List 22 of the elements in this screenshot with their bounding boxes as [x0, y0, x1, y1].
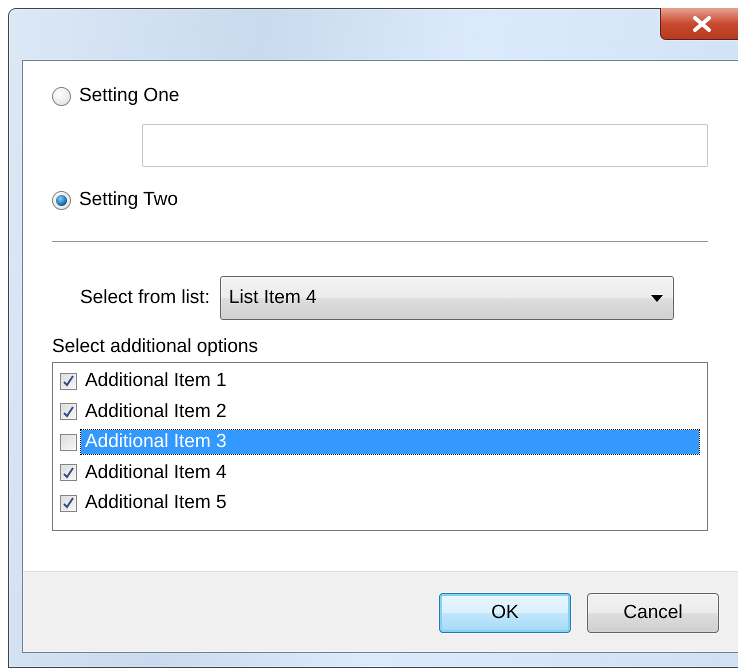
checkbox[interactable]: [60, 494, 77, 512]
checkbox[interactable]: [60, 403, 77, 420]
checkbox[interactable]: [60, 464, 77, 482]
dialog-button[interactable]: Cancel: [587, 593, 719, 633]
radio-button[interactable]: [52, 86, 71, 106]
dialog-button[interactable]: OK: [439, 593, 571, 633]
checkbox[interactable]: [60, 434, 77, 451]
radio-label: Setting Two: [79, 189, 178, 211]
close-icon: [692, 16, 712, 32]
dropdown[interactable]: List Item 4: [220, 276, 674, 320]
list-item[interactable]: Additional Item 1: [81, 369, 231, 394]
list-item[interactable]: Additional Item 4: [81, 460, 231, 485]
field-label: Select from list:: [80, 287, 210, 309]
list-item[interactable]: Additional Item 2: [81, 400, 231, 424]
text-field[interactable]: [142, 124, 708, 167]
radio-label: Setting One: [79, 85, 180, 107]
caret-icon: [650, 294, 663, 302]
radio-button[interactable]: [52, 190, 71, 210]
list-item[interactable]: Additional Item 5: [81, 491, 231, 516]
checkbox[interactable]: [60, 372, 77, 390]
section-label: Select additional options: [52, 336, 259, 358]
close-button[interactable]: [660, 8, 738, 40]
